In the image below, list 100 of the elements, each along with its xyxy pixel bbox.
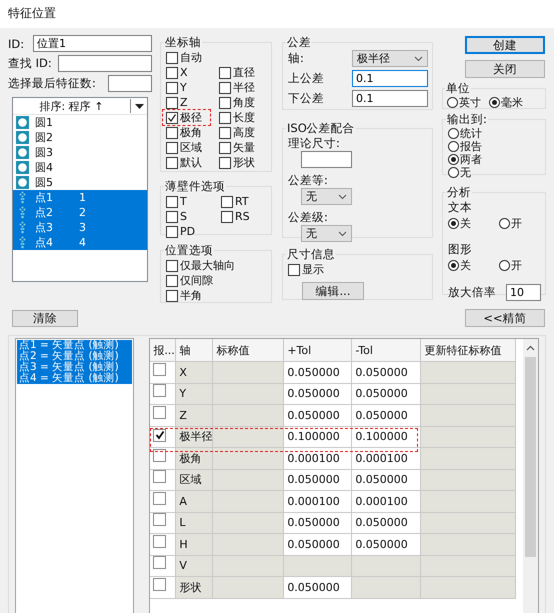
checkbox[interactable] <box>288 264 300 276</box>
sort-dropdown[interactable] <box>130 99 147 113</box>
upper-tolerance-field[interactable]: 0.1 <box>352 70 428 87</box>
checkbox[interactable] <box>218 82 231 94</box>
checkbox[interactable] <box>221 210 233 222</box>
table-cell[interactable]: 0.050000 <box>284 404 352 426</box>
checkbox[interactable] <box>166 196 178 208</box>
checkbox[interactable] <box>153 470 166 484</box>
list-item[interactable]: 点3 = 矢量点 (触测) <box>17 362 132 373</box>
table-cell[interactable]: 0.000100 <box>352 448 421 469</box>
table-cell[interactable]: 0.050000 <box>284 383 352 404</box>
checkbox[interactable] <box>153 578 166 591</box>
find-id-field[interactable] <box>58 55 152 72</box>
checkbox[interactable] <box>153 362 166 376</box>
checkbox[interactable] <box>166 274 178 286</box>
magnification-field[interactable]: 10 <box>506 284 541 301</box>
table-cell[interactable]: 0.050000 <box>352 534 421 555</box>
table-cell[interactable]: 0.100000 <box>284 426 352 448</box>
sort-header[interactable]: 排序: 程序 ↑ <box>13 98 130 114</box>
list-item[interactable]: 点4 = 矢量点 (触测) <box>17 373 132 384</box>
table-cell[interactable]: 0.050000 <box>352 404 421 426</box>
checkbox[interactable] <box>166 226 178 238</box>
checkbox[interactable] <box>153 428 166 442</box>
list-item[interactable]: 点4 4 <box>13 235 147 250</box>
radio-button[interactable] <box>448 128 459 139</box>
checkbox[interactable] <box>218 112 231 124</box>
checkbox[interactable] <box>218 126 231 138</box>
checkbox[interactable] <box>166 142 178 154</box>
checkbox[interactable] <box>166 112 178 124</box>
checkbox[interactable] <box>218 156 231 168</box>
radio-button[interactable] <box>448 260 459 271</box>
count-field[interactable] <box>108 75 152 92</box>
table-cell[interactable]: 0.050000 <box>284 576 352 598</box>
list-item[interactable]: 圆2 <box>13 130 147 145</box>
checkbox[interactable] <box>166 52 178 64</box>
scrollbar-thumb[interactable] <box>525 357 536 557</box>
lower-tolerance-field[interactable]: 0.1 <box>352 90 428 107</box>
column-header[interactable]: 报... <box>150 339 176 362</box>
checkbox[interactable] <box>166 260 178 272</box>
list-item[interactable]: 点1 = 矢量点 (触测) <box>17 340 132 351</box>
checkbox[interactable] <box>218 96 231 108</box>
radio-button[interactable] <box>499 218 510 229</box>
button[interactable]: 编辑... <box>302 282 364 300</box>
table-cell[interactable]: 0.000100 <box>284 490 352 512</box>
list-item[interactable]: 点2 = 矢量点 (触测) <box>17 351 132 362</box>
checkbox[interactable] <box>153 492 166 505</box>
checkbox[interactable] <box>221 196 233 208</box>
list-item[interactable]: 圆4 <box>13 160 147 175</box>
checkbox[interactable] <box>153 384 166 398</box>
column-header[interactable]: +Tol <box>284 339 352 362</box>
id-field[interactable]: 位置1 <box>33 35 152 52</box>
radio-button[interactable] <box>447 97 458 108</box>
column-header[interactable]: 轴 <box>176 339 213 362</box>
checkbox[interactable] <box>166 156 178 168</box>
checkbox[interactable] <box>218 142 231 154</box>
checkbox[interactable] <box>218 66 231 78</box>
table-cell[interactable]: 0.050000 <box>284 362 352 383</box>
checkbox[interactable] <box>166 96 178 108</box>
checkbox[interactable] <box>153 406 166 419</box>
button[interactable]: 创建 <box>465 36 545 54</box>
table-cell[interactable]: 0.000100 <box>352 490 421 512</box>
radio-button[interactable] <box>448 154 459 165</box>
list-item[interactable]: 点2 2 <box>13 205 147 220</box>
table-cell[interactable]: 0.050000 <box>352 383 421 404</box>
checkbox[interactable] <box>153 556 166 570</box>
button[interactable]: 清除 <box>12 310 78 327</box>
table-cell[interactable]: 0.000100 <box>284 448 352 469</box>
button[interactable]: <<精简 <box>465 309 545 327</box>
checkbox[interactable] <box>166 66 178 78</box>
checkbox[interactable] <box>166 126 178 138</box>
table-cell[interactable]: 0.050000 <box>352 512 421 534</box>
dropdown[interactable]: 极半径 <box>352 50 428 67</box>
radio-button[interactable] <box>448 218 459 229</box>
nominal-size-field[interactable] <box>301 151 352 168</box>
table-cell[interactable]: 0.100000 <box>352 426 421 448</box>
radio-button[interactable] <box>489 97 500 108</box>
radio-button[interactable] <box>448 167 459 178</box>
column-header[interactable]: 标称值 <box>212 339 284 362</box>
list-item[interactable]: 点3 3 <box>13 220 147 235</box>
checkbox[interactable] <box>166 82 178 94</box>
list-item[interactable]: 圆1 <box>13 115 147 130</box>
checkbox[interactable] <box>153 534 166 548</box>
column-header[interactable]: -Tol <box>352 339 421 362</box>
dropdown[interactable]: 无 <box>301 188 352 205</box>
checkbox[interactable] <box>166 210 178 222</box>
radio-button[interactable] <box>499 260 510 271</box>
radio-button[interactable] <box>448 141 459 152</box>
dropdown[interactable]: 无 <box>301 225 352 242</box>
table-cell[interactable]: 0.050000 <box>352 362 421 383</box>
table-cell[interactable]: 0.050000 <box>352 469 421 490</box>
scrollbar[interactable] <box>523 339 538 613</box>
column-header[interactable]: 更新特征标称值 <box>420 339 516 362</box>
table-cell[interactable]: 0.050000 <box>284 512 352 534</box>
checkbox[interactable] <box>153 513 166 526</box>
checkbox[interactable] <box>153 448 166 462</box>
list-item[interactable]: 点1 1 <box>13 190 147 205</box>
table-cell[interactable]: 0.050000 <box>284 534 352 555</box>
table-cell[interactable]: 0.050000 <box>284 469 352 490</box>
list-item[interactable]: 圆5 <box>13 175 147 190</box>
list-item[interactable]: 圆3 <box>13 145 147 160</box>
